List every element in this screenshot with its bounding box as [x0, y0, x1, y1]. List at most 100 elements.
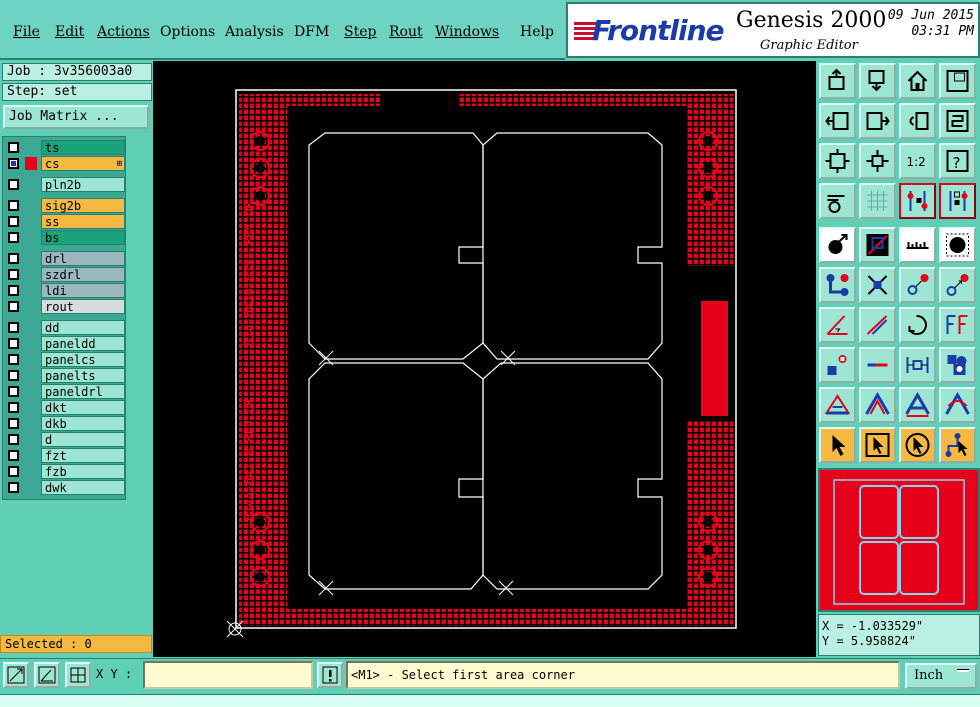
mirror-button[interactable] [939, 307, 976, 343]
layer-name[interactable]: ss [41, 214, 125, 229]
layer-row-ts[interactable]: ts [5, 140, 125, 155]
layer-checkbox[interactable] [8, 200, 19, 211]
layer-row-fzb[interactable]: fzb [5, 464, 125, 479]
layer-checkbox[interactable] [8, 142, 19, 153]
menu-rout[interactable]: Rout [389, 24, 423, 40]
add-feature-button[interactable] [819, 227, 856, 263]
layer-name[interactable]: paneldd [41, 336, 125, 351]
layer-checkbox[interactable] [8, 482, 19, 493]
zoom-extend-button[interactable] [3, 662, 29, 688]
layer-name[interactable]: dkb [41, 416, 125, 431]
layer-row-dwk[interactable]: dwk [5, 480, 125, 495]
layer-name[interactable]: pln2b [41, 177, 125, 192]
menu-file[interactable]: File [13, 24, 40, 40]
xy-input[interactable] [143, 661, 313, 689]
layer-checkbox[interactable] [8, 269, 19, 280]
measure-angle-button[interactable] [34, 662, 60, 688]
move-point-button[interactable] [899, 267, 936, 303]
layer-name[interactable]: dwk [41, 480, 125, 495]
zoom-window-button[interactable] [939, 63, 976, 99]
layer-name[interactable]: d [41, 432, 125, 447]
overview-preview[interactable] [818, 468, 980, 612]
layer-row-ldi[interactable]: ldi [5, 283, 125, 298]
layer-name[interactable]: dd [41, 320, 125, 335]
layer-row-rout[interactable]: rout [5, 299, 125, 314]
pan-left-button[interactable] [819, 103, 856, 139]
layer-row-dkt[interactable]: dkt [5, 400, 125, 415]
layer-checkbox[interactable] [8, 232, 19, 243]
layer-checkbox[interactable] [8, 322, 19, 333]
layer-checkbox[interactable] [8, 301, 19, 312]
layer-checkbox[interactable] [8, 285, 19, 296]
layer-row-panelts[interactable]: panelts [5, 368, 125, 383]
pointer-box-button[interactable] [859, 427, 896, 463]
split-button[interactable] [859, 347, 896, 383]
menu-dfm[interactable]: DFM [294, 24, 329, 40]
layer-row-panelcs[interactable]: panelcs [5, 352, 125, 367]
home-button[interactable] [899, 63, 936, 99]
layer-row-cs[interactable]: cs ⊞ [5, 156, 125, 171]
graphic-canvas[interactable]: B14-642B-03S+ REV.OR B14A-642-B REV.OR [153, 61, 816, 657]
layer-checkbox[interactable] [8, 434, 19, 445]
redraw-button[interactable] [939, 103, 976, 139]
pad-to-line-button[interactable] [819, 347, 856, 383]
pointer-circle-button[interactable] [899, 427, 936, 463]
layer-row-ss[interactable]: ss [5, 214, 125, 229]
menu-edit[interactable]: Edit [55, 24, 84, 40]
job-matrix-button[interactable]: Job Matrix ... [3, 105, 149, 129]
layer-checkbox[interactable] [8, 179, 19, 190]
fit-all-button[interactable] [819, 143, 856, 179]
tri-solid-button[interactable] [819, 387, 856, 423]
undo-view-button[interactable] [899, 103, 936, 139]
layer-name[interactable]: fzb [41, 464, 125, 479]
pattern-button[interactable] [939, 347, 976, 383]
layer-row-sig2b[interactable]: sig2b [5, 198, 125, 213]
zoom-home-button[interactable] [819, 63, 856, 99]
layer-row-szdrl[interactable]: szdrl [5, 267, 125, 282]
layer-row-d[interactable]: d [5, 432, 125, 447]
tri-outline-button[interactable] [859, 387, 896, 423]
snap-button[interactable] [899, 183, 936, 219]
layers-display-button[interactable] [939, 183, 976, 219]
angle-button[interactable] [819, 307, 856, 343]
layer-name[interactable]: fzt [41, 448, 125, 463]
zoom-box-button[interactable] [859, 63, 896, 99]
units-selector[interactable]: Inch [905, 663, 977, 689]
layer-checkbox[interactable] [8, 466, 19, 477]
select-area-button[interactable] [859, 227, 896, 263]
layer-row-fzt[interactable]: fzt [5, 448, 125, 463]
grid-button[interactable] [859, 183, 896, 219]
layer-name[interactable]: paneldrl [41, 384, 125, 399]
pad-button[interactable] [939, 227, 976, 263]
layer-row-dkb[interactable]: dkb [5, 416, 125, 431]
layer-row-paneldrl[interactable]: paneldrl [5, 384, 125, 399]
resize-button[interactable] [899, 347, 936, 383]
layer-checkbox[interactable] [8, 216, 19, 227]
layer-name[interactable]: panelts [41, 368, 125, 383]
layer-name[interactable]: rout [41, 299, 125, 314]
pan-right-button[interactable] [859, 103, 896, 139]
menu-options[interactable]: Options [160, 24, 215, 40]
layer-name[interactable]: ts [41, 140, 125, 155]
line-button[interactable] [859, 307, 896, 343]
layer-row-pln2b[interactable]: pln2b [5, 177, 125, 192]
scale-one-to-two-button[interactable]: 1:2 [899, 143, 936, 179]
layer-row-bs[interactable]: bs [5, 230, 125, 245]
layer-checkbox[interactable] [8, 386, 19, 397]
layer-checkbox[interactable] [8, 402, 19, 413]
menu-step[interactable]: Step [344, 24, 376, 40]
layer-name[interactable]: panelcs [41, 352, 125, 367]
alert-button[interactable] [317, 662, 343, 688]
menu-help[interactable]: Help [520, 24, 554, 40]
layer-name[interactable]: bs [41, 230, 125, 245]
connect-button[interactable] [819, 267, 856, 303]
menu-actions[interactable]: Actions [97, 24, 150, 40]
layer-checkbox[interactable] [8, 253, 19, 264]
copy-point-button[interactable] [939, 267, 976, 303]
layer-checkbox[interactable] [8, 338, 19, 349]
layer-checkbox[interactable] [8, 418, 19, 429]
help-button[interactable]: ? [939, 143, 976, 179]
arc-button[interactable] [899, 387, 936, 423]
menu-analysis[interactable]: Analysis [225, 24, 284, 40]
layer-name[interactable]: szdrl [41, 267, 125, 282]
